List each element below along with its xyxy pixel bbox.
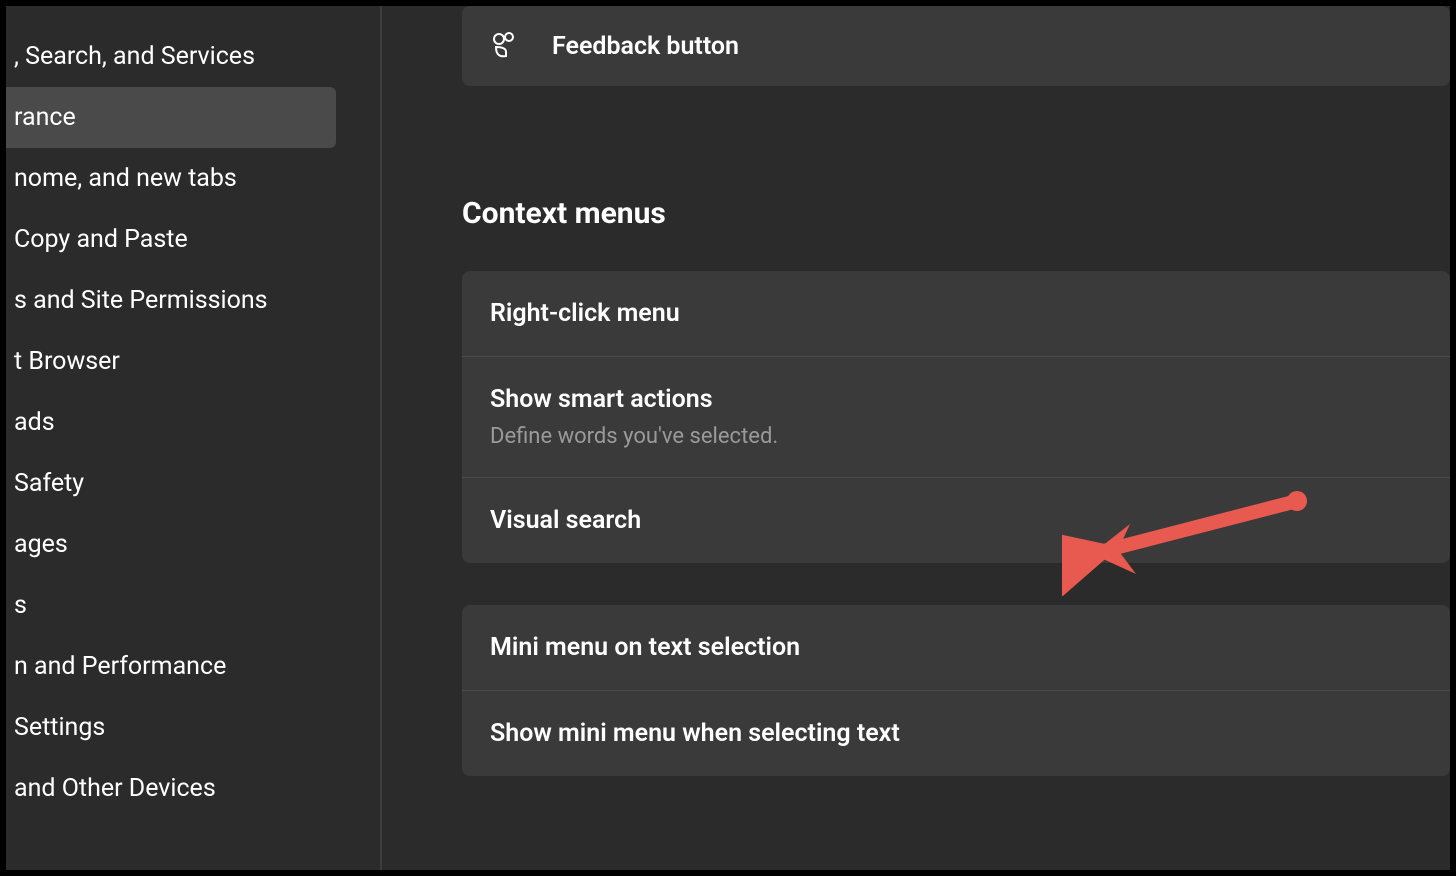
sidebar-item-phone-other-devices[interactable]: and Other Devices [6,758,366,819]
sidebar-item-appearance[interactable]: rance [6,87,336,148]
sidebar-item-reset-settings[interactable]: Settings [6,697,366,758]
show-smart-actions-row[interactable]: Show smart actions Define words you've s… [462,357,1450,478]
sidebar-item-privacy-search-services[interactable]: , Search, and Services [6,26,366,87]
sidebar-item-system-performance[interactable]: n and Performance [6,636,366,697]
sidebar-item-share-copy-paste[interactable]: Copy and Paste [6,209,366,270]
mini-menu-on-text-selection-title: Mini menu on text selection [490,633,1422,662]
settings-sidebar: , Search, and Services rance nome, and n… [6,6,366,870]
mini-menu-on-text-selection-row[interactable]: Mini menu on text selection [462,605,1450,691]
right-click-menu-title: Right-click menu [490,299,1422,328]
sidebar-item-family-safety[interactable]: Safety [6,453,366,514]
feedback-icon [490,30,522,62]
feedback-button-label: Feedback button [552,32,739,61]
sidebar-item-start-home-newtabs[interactable]: nome, and new tabs [6,148,366,209]
sidebar-item-cookies-site-permissions[interactable]: s and Site Permissions [6,270,366,331]
sidebar-item-languages[interactable]: ages [6,514,366,575]
show-smart-actions-title: Show smart actions [490,385,1422,414]
sidebar-item-downloads[interactable]: ads [6,392,366,453]
sidebar-item-printers[interactable]: s [6,575,366,636]
main-content: Feedback button Context menus Right-clic… [382,6,1450,870]
visual-search-row[interactable]: Visual search [462,478,1450,563]
show-mini-menu-row[interactable]: Show mini menu when selecting text [462,691,1450,776]
show-mini-menu-title: Show mini menu when selecting text [490,719,1422,748]
show-smart-actions-sub: Define words you've selected. [490,424,1422,449]
visual-search-title: Visual search [490,506,1422,535]
right-click-menu-row[interactable]: Right-click menu [462,271,1450,357]
feedback-button-row[interactable]: Feedback button [462,6,1450,86]
context-menus-group: Right-click menu Show smart actions Defi… [462,271,1450,563]
mini-menu-group: Mini menu on text selection Show mini me… [462,605,1450,776]
sidebar-item-default-browser[interactable]: t Browser [6,331,366,392]
section-title-context-menus: Context menus [462,196,1450,231]
